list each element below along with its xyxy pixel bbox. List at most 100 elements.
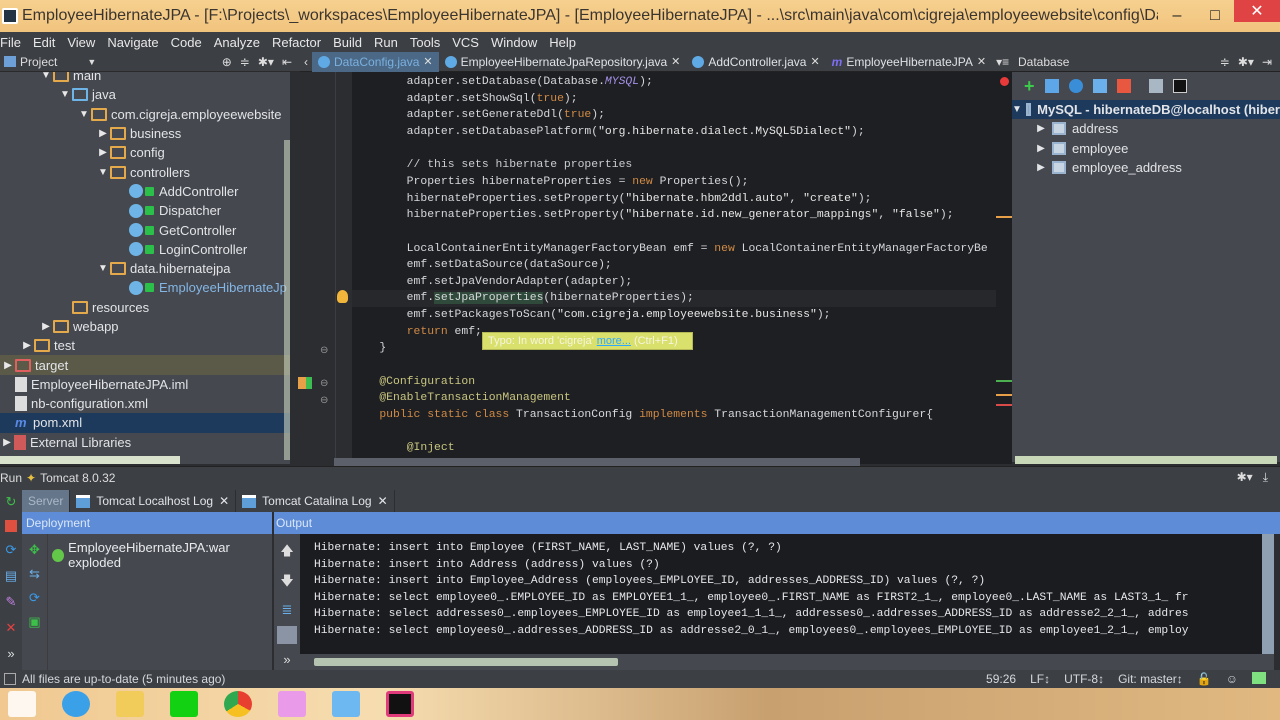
lightbulb-icon[interactable]	[337, 290, 348, 303]
tree-item[interactable]: ▶ webapp	[0, 317, 290, 336]
project-view-selector[interactable]: Project ▼	[4, 55, 96, 69]
fold-icon[interactable]: ⊖	[320, 395, 328, 406]
windows-start-icon[interactable]	[8, 691, 36, 717]
error-stripe[interactable]	[996, 72, 1012, 464]
gear-icon[interactable]: ✱▾	[1238, 55, 1254, 69]
more-icon[interactable]: »	[283, 652, 290, 667]
collapsed-arrow-icon[interactable]: ▶	[39, 321, 53, 332]
tree-item[interactable]: ▶ test	[0, 336, 290, 355]
change-mark[interactable]	[996, 380, 1012, 382]
tree-item[interactable]: ▼ data.hibernatejpa	[0, 259, 290, 278]
menu-file[interactable]: File	[0, 35, 27, 50]
menu-navigate[interactable]: Navigate	[101, 35, 164, 50]
add-icon[interactable]: +	[1024, 76, 1035, 97]
close-tab-icon[interactable]: ✕	[219, 494, 229, 508]
menu-analyze[interactable]: Analyze	[208, 35, 266, 50]
pin-icon[interactable]: ✎	[6, 594, 17, 610]
spring-bean-icon[interactable]	[298, 377, 312, 389]
output-vscrollbar[interactable]	[1262, 534, 1274, 654]
tree-item[interactable]: AddController	[0, 182, 290, 201]
file-explorer-icon[interactable]	[116, 691, 144, 717]
menu-window[interactable]: Window	[485, 35, 543, 50]
print-icon[interactable]	[277, 626, 297, 644]
tab-pom[interactable]: m EmployeeHibernateJPA ✕	[826, 52, 992, 72]
memory-indicator-icon[interactable]	[1252, 672, 1266, 684]
refresh-icon[interactable]	[1068, 79, 1083, 93]
tree-item[interactable]: Dispatcher	[0, 201, 290, 220]
rerun-icon[interactable]: ↻	[6, 494, 17, 510]
error-mark[interactable]	[996, 404, 1012, 406]
expanded-arrow-icon[interactable]: ▼	[96, 167, 110, 178]
close-tab-icon[interactable]: ✕	[810, 55, 819, 68]
menu-code[interactable]: Code	[165, 35, 208, 50]
close-tab-icon[interactable]: ✕	[378, 494, 388, 508]
intellij-icon[interactable]	[386, 691, 414, 717]
fold-icon[interactable]: ⊖	[320, 378, 328, 389]
file-encoding[interactable]: UTF-8↕	[1064, 672, 1104, 686]
tree-item[interactable]: ▶ business	[0, 124, 290, 143]
lock-icon[interactable]: 🔓	[1197, 672, 1212, 686]
db-table-employee[interactable]: ▶ employee	[1012, 139, 1280, 158]
menu-vcs[interactable]: VCS	[446, 35, 485, 50]
tree-item[interactable]: EmployeeHibernateJp	[0, 278, 290, 297]
deploy-icon[interactable]: ✥	[29, 542, 40, 558]
menu-run[interactable]: Run	[368, 35, 404, 50]
gear-icon[interactable]: ✱▾	[1237, 470, 1253, 485]
artifact-icon[interactable]: ▣	[28, 614, 40, 630]
warning-mark[interactable]	[996, 394, 1012, 396]
db-connection[interactable]: ▼ MySQL - hibernateDB@localhost (hiber	[1012, 100, 1280, 120]
collapsed-arrow-icon[interactable]: ▶	[96, 147, 110, 158]
hide-panel-icon[interactable]: ⇥	[1262, 55, 1272, 69]
collapsed-arrow-icon[interactable]: ▶	[20, 340, 34, 351]
tree-item[interactable]: ▶ config	[0, 143, 290, 162]
store-icon[interactable]	[170, 691, 198, 717]
tree-item[interactable]: EmployeeHibernateJPA.iml	[0, 375, 290, 394]
close-button[interactable]: ✕	[1234, 0, 1280, 22]
soft-wrap-icon[interactable]: ≣	[282, 602, 293, 618]
tabs-scroll-left-icon[interactable]: ‹	[300, 55, 312, 69]
gear-icon[interactable]: ✱▾	[258, 55, 274, 69]
tree-item[interactable]: GetController	[0, 220, 290, 239]
console-output[interactable]: Hibernate: insert into Employee (FIRST_N…	[300, 534, 1262, 654]
maximize-button[interactable]: □	[1196, 4, 1234, 28]
git-branch[interactable]: Git: master↕	[1118, 672, 1183, 686]
error-indicator-icon[interactable]	[1000, 77, 1009, 86]
expanded-arrow-icon[interactable]: ▼	[96, 263, 110, 274]
tab-localhost-log[interactable]: Tomcat Localhost Log ✕	[70, 490, 237, 512]
internet-explorer-icon[interactable]	[62, 691, 90, 717]
menu-refactor[interactable]: Refactor	[266, 35, 327, 50]
tree-item[interactable]: resources	[0, 298, 290, 317]
tree-item[interactable]: ▶ target	[0, 355, 290, 375]
refresh-icon[interactable]: ⟳	[29, 590, 40, 606]
inspector-icon[interactable]: ☺	[1226, 672, 1238, 686]
more-icon[interactable]: »	[7, 646, 14, 661]
warning-mark[interactable]	[996, 216, 1012, 218]
expanded-arrow-icon[interactable]: ▼	[58, 89, 72, 100]
properties-icon[interactable]	[1092, 79, 1107, 93]
tab-addcontroller[interactable]: AddController.java ✕	[686, 52, 825, 72]
tree-item[interactable]: LoginController	[0, 240, 290, 259]
database-hscrollbar[interactable]	[1015, 456, 1277, 464]
tab-list-icon[interactable]: ▾≡	[996, 55, 1009, 69]
cursor-position[interactable]: 59:26	[986, 672, 1016, 686]
tree-item[interactable]: ▼ com.cigreja.employeewebsite	[0, 105, 290, 124]
fold-icon[interactable]: ⊖	[320, 345, 328, 356]
onenote-icon[interactable]	[278, 691, 306, 717]
tab-catalina-log[interactable]: Tomcat Catalina Log ✕	[236, 490, 395, 512]
undeploy-icon[interactable]: ⇆	[29, 566, 40, 582]
close-tab-icon[interactable]: ✕	[977, 55, 986, 68]
locate-icon[interactable]: ⊕	[222, 55, 232, 69]
collapsed-arrow-icon[interactable]: ▶	[0, 437, 14, 448]
table-editor-icon[interactable]	[1148, 79, 1163, 93]
menu-view[interactable]: View	[61, 35, 101, 50]
tree-item[interactable]: m pom.xml	[0, 413, 290, 433]
xampp-icon[interactable]	[332, 691, 360, 717]
menu-build[interactable]: Build	[327, 35, 368, 50]
scroll-up-icon[interactable]: 🡅	[280, 542, 293, 564]
output-hscrollbar[interactable]	[300, 654, 1274, 670]
collapse-all-icon[interactable]: ≑	[240, 55, 250, 69]
collapsed-arrow-icon[interactable]: ▶	[96, 128, 110, 139]
code-editor[interactable]: adapter.setDatabase(Database.MYSQL); ada…	[352, 72, 1012, 464]
duplicate-icon[interactable]	[1044, 79, 1059, 93]
tree-item[interactable]: ▼ main	[0, 72, 290, 85]
